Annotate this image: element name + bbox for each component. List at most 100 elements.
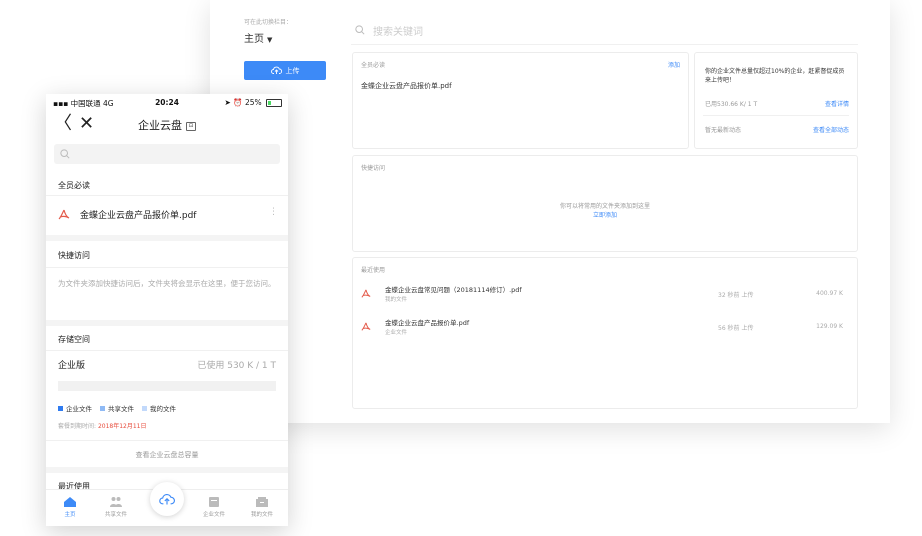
view-total-capacity-link[interactable]: 查看企业云盘总容量 bbox=[46, 450, 288, 460]
recent-file-location: 我的文件 bbox=[385, 297, 408, 303]
section-gap bbox=[46, 467, 288, 473]
recent-file-name: 金蝶企业云盘产品报价单.pdf bbox=[385, 319, 470, 327]
enterprise-files-icon bbox=[209, 497, 219, 507]
legend-item: 企业文件 bbox=[58, 403, 92, 413]
activity-row: 暂无最新动态 查看全部动态 bbox=[705, 125, 849, 134]
tab-shared-label: 共享文件 bbox=[104, 512, 127, 518]
mobile-quick-access-desc: 为文件夹添加快捷访问后，文件夹将会显示在这里，便于您访问。 bbox=[58, 279, 276, 288]
must-read-title: 全员必读 bbox=[361, 62, 386, 69]
expire-date: 2018年12月11日 bbox=[97, 423, 147, 430]
search-icon bbox=[60, 149, 70, 159]
sidebar-hint: 可在此切换栏目： bbox=[244, 19, 293, 26]
must-read-add-link[interactable]: 添加 bbox=[668, 60, 680, 69]
more-icon[interactable]: ⋮ bbox=[269, 207, 278, 217]
page-title-text: 企业云盘 bbox=[138, 119, 182, 132]
recent-card: 最近使用 金蝶企业云盘常见问题（20181114修订）.pdf 我的文件 32 … bbox=[352, 257, 858, 409]
legend-item: 我的文件 bbox=[142, 403, 176, 413]
no-activity-text: 暂无最新动态 bbox=[705, 127, 742, 134]
must-read-file[interactable]: 金蝶企业云盘产品报价单.pdf bbox=[361, 81, 452, 91]
search-input[interactable]: 搜索关键词 bbox=[373, 23, 423, 38]
divider bbox=[46, 267, 288, 268]
location-icon: ➤ bbox=[224, 98, 231, 107]
recent-title: 最近使用 bbox=[361, 267, 386, 274]
storage-used-row: 已用530.66 K/ 1 T 查看详情 bbox=[705, 99, 849, 108]
section-gap bbox=[46, 235, 288, 241]
info-divider bbox=[703, 115, 849, 116]
recent-file-name: 金蝶企业云盘常见问题（20181114修订）.pdf bbox=[385, 286, 522, 294]
all-activity-link[interactable]: 查看全部动态 bbox=[813, 125, 849, 134]
mobile-screen: ▪▪▪ 中国联通 4G 20:24 ➤ ⏰ 25% 〈 ✕ 企业云盘 ⊡ 全员必读… bbox=[46, 94, 288, 526]
pdf-icon bbox=[361, 322, 371, 331]
tab-shared[interactable]: 共享文件 bbox=[96, 496, 136, 518]
storage-legend: 企业文件 共享文件 我的文件 bbox=[58, 403, 184, 413]
legend-label: 企业文件 bbox=[66, 405, 92, 413]
tab-home[interactable]: 主页 bbox=[50, 496, 90, 518]
divider bbox=[46, 350, 288, 351]
pdf-icon bbox=[58, 209, 70, 219]
upload-button[interactable]: 上传 bbox=[244, 61, 326, 80]
table-row[interactable]: 金蝶企业云盘常见问题（20181114修订）.pdf 我的文件 32 秒前 上传… bbox=[361, 284, 849, 310]
cloud-upload-icon bbox=[270, 66, 282, 74]
battery-percent: 25% bbox=[244, 98, 262, 107]
home-icon bbox=[64, 497, 76, 507]
tab-my-files[interactable]: 我的文件 bbox=[242, 496, 282, 518]
legend-swatch bbox=[100, 405, 105, 411]
desktop-window: 可在此切换栏目： 主页 ▼ 上传 搜索关键词 全员必读 添加 金蝶企业云盘产品报价… bbox=[210, 0, 890, 423]
battery-icon bbox=[266, 99, 282, 107]
mobile-must-read-title: 全员必读 bbox=[58, 181, 90, 190]
storage-title: 存储空间 bbox=[58, 335, 90, 344]
storage-used: 已使用 530 K / 1 T bbox=[197, 361, 276, 371]
search-icon bbox=[355, 25, 365, 35]
recent-file-time: 56 秒前 上传 bbox=[718, 325, 754, 332]
divider bbox=[46, 440, 288, 441]
expire-label: 套餐到期时间: bbox=[58, 423, 97, 430]
storage-info-card: 你的企业文件总量仅超过10%的企业，赶紧督促成员来上传吧！ 已用530.66 K… bbox=[694, 52, 858, 149]
upload-fab[interactable] bbox=[150, 482, 184, 516]
quick-access-add-link[interactable]: 立即添加 bbox=[353, 211, 857, 220]
mobile-must-read-file[interactable]: 金蝶企业云盘产品报价单.pdf bbox=[58, 208, 196, 221]
upload-button-label: 上传 bbox=[285, 66, 300, 75]
must-read-card: 全员必读 添加 金蝶企业云盘产品报价单.pdf bbox=[352, 52, 689, 149]
legend-swatch bbox=[58, 405, 63, 411]
quick-access-empty: 你可以将常用的文件夹添加到这里 立即添加 bbox=[353, 202, 857, 220]
tab-enterprise-label: 企业文件 bbox=[202, 512, 225, 518]
recent-file-location: 企业文件 bbox=[385, 330, 408, 336]
desktop-search[interactable]: 搜索关键词 bbox=[355, 20, 855, 40]
legend-label: 我的文件 bbox=[150, 405, 176, 413]
page-title: 企业云盘 ⊡ bbox=[46, 117, 288, 133]
shared-users-icon bbox=[110, 497, 122, 507]
storage-used: 已用530.66 K/ 1 T bbox=[705, 101, 758, 108]
legend-label: 共享文件 bbox=[108, 405, 134, 413]
cloud-upload-icon bbox=[159, 493, 175, 505]
alarm-icon: ⏰ bbox=[233, 98, 243, 107]
divider bbox=[46, 195, 288, 196]
mobile-must-read-file-name: 金蝶企业云盘产品报价单.pdf bbox=[80, 211, 197, 221]
tab-home-label: 主页 bbox=[64, 512, 76, 518]
table-row[interactable]: 金蝶企业云盘产品报价单.pdf 企业文件 56 秒前 上传 129.09 K bbox=[361, 317, 849, 343]
section-switcher[interactable]: 主页 ▼ bbox=[244, 30, 272, 45]
section-switcher-label: 主页 bbox=[244, 34, 264, 45]
nav-bar: 〈 ✕ 企业云盘 ⊡ bbox=[46, 112, 288, 140]
caret-down-icon: ▼ bbox=[267, 36, 273, 44]
legend-item: 共享文件 bbox=[100, 403, 134, 413]
my-files-icon bbox=[256, 497, 268, 507]
storage-plan: 企业版 bbox=[58, 361, 86, 371]
quick-access-title: 快捷访问 bbox=[361, 165, 386, 172]
recent-file-time: 32 秒前 上传 bbox=[718, 292, 754, 299]
pdf-icon bbox=[361, 289, 371, 298]
recent-file-size: 129.09 K bbox=[816, 323, 843, 330]
status-bar: ▪▪▪ 中国联通 4G 20:24 ➤ ⏰ 25% bbox=[46, 94, 288, 112]
recent-file-size: 400.97 K bbox=[816, 290, 843, 297]
status-right: ➤ ⏰ 25% bbox=[225, 98, 282, 107]
mobile-quick-access-title: 快捷访问 bbox=[58, 251, 90, 260]
quick-access-card: 快捷访问 你可以将常用的文件夹添加到这里 立即添加 bbox=[352, 155, 858, 252]
details-link[interactable]: 查看详情 bbox=[825, 99, 849, 108]
section-gap bbox=[46, 320, 288, 326]
window-icon[interactable]: ⊡ bbox=[186, 121, 196, 131]
tab-enterprise[interactable]: 企业文件 bbox=[194, 496, 234, 518]
storage-progress-bar bbox=[58, 381, 276, 391]
plan-expire: 套餐到期时间: 2018年12月11日 bbox=[58, 421, 147, 430]
search-divider bbox=[351, 44, 858, 45]
tab-bar: 主页 共享文件 企业文件 我的文件 bbox=[46, 482, 288, 526]
mobile-search-input[interactable] bbox=[54, 144, 280, 164]
